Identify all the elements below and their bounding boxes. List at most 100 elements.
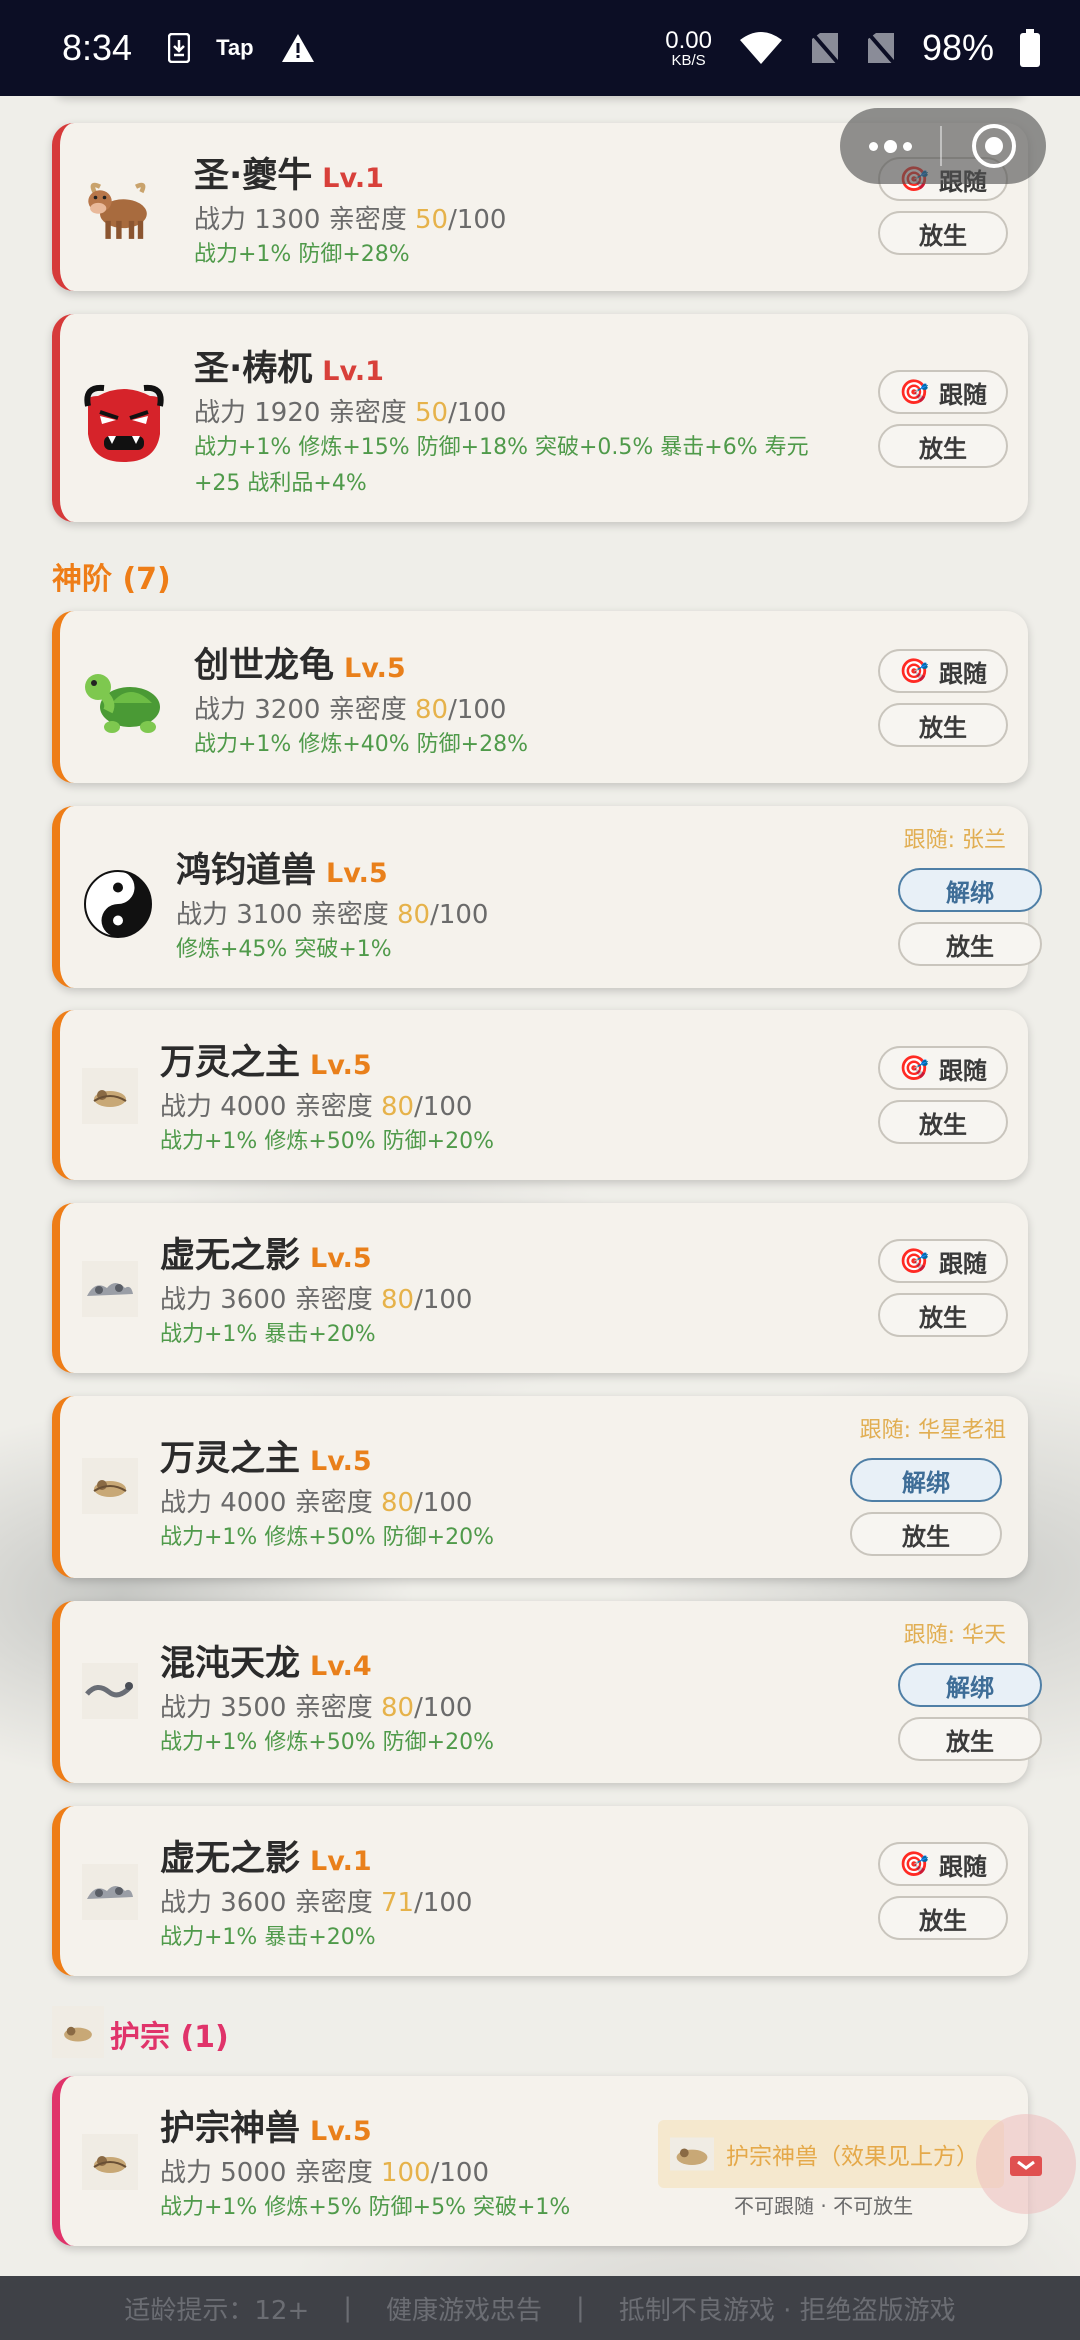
yin-yang-icon [82, 868, 154, 940]
shadow-thumbnail [82, 1261, 138, 1317]
guardian-section-icon [52, 2006, 104, 2058]
pet-card: 万灵之主 Lv.5 战力 4000 亲密度 80/100 战力+1% 修炼+50%… [52, 1010, 1028, 1180]
pet-level: Lv.4 [310, 1651, 372, 1682]
follow-button[interactable]: 🎯跟随 [878, 649, 1008, 693]
pet-level: Lv.5 [344, 653, 406, 684]
followed-by-label: 跟随: 华天 [903, 1623, 1006, 1648]
pet-bonus: 战力+1% 修炼+5% 防御+5% 突破+1% [160, 2195, 571, 2220]
pet-stats: 战力 1300 亲密度 50/100 [194, 205, 507, 235]
release-button[interactable]: 放生 [878, 1896, 1008, 1940]
section-title-divine: 神阶 (7) [52, 562, 171, 597]
release-button[interactable]: 放生 [850, 1512, 1002, 1556]
battery-percent: 98% [921, 27, 994, 68]
beast-thumbnail [670, 2137, 714, 2171]
target-icon: 🎯 [899, 1054, 929, 1082]
pet-card: 万灵之主 Lv.5 战力 4000 亲密度 80/100 战力+1% 修炼+50%… [52, 1396, 1028, 1578]
pet-list: 圣·夔牛 Lv.1 战力 1300 亲密度 50/100 战力+1% 防御+28%… [0, 96, 1080, 2276]
pet-name: 鸿钧道兽 [176, 851, 317, 891]
close-program-icon[interactable] [942, 123, 1046, 169]
wifi-icon [739, 32, 782, 64]
beast-thumbnail [82, 1458, 138, 1514]
no-sim-icon [810, 31, 840, 65]
pet-level: Lv.1 [322, 163, 384, 194]
pet-bonus: 战力+1% 修炼+15% 防御+18% 突破+0.5% 暴击+6% 寿元+25 … [194, 435, 809, 496]
follow-button[interactable]: 🎯跟随 [878, 1239, 1008, 1283]
release-button[interactable]: 放生 [878, 1100, 1008, 1144]
release-button[interactable]: 放生 [878, 211, 1008, 255]
ogre-icon [82, 382, 166, 466]
pet-name: 创世龙龟 [194, 646, 335, 686]
release-button[interactable]: 放生 [898, 1717, 1042, 1761]
pet-bonus: 战力+1% 修炼+40% 防御+28% [194, 732, 528, 757]
guardian-restriction: 不可跟随 · 不可放生 [734, 2194, 914, 2218]
floating-gift-icon[interactable] [976, 2114, 1076, 2214]
pet-level: Lv.1 [310, 1846, 372, 1877]
turtle-icon [82, 663, 166, 739]
warning-icon [281, 34, 314, 62]
pet-name: 圣·夔牛 [194, 156, 313, 196]
anti-piracy-slogan: 抵制不良游戏 · 拒绝盗版游戏 [618, 2295, 956, 2326]
pet-stats: 战力 5000 亲密度 100/100 [160, 2158, 489, 2188]
pet-name: 万灵之主 [160, 1043, 301, 1083]
release-button[interactable]: 放生 [878, 703, 1008, 747]
pet-name: 虚无之影 [160, 1236, 301, 1276]
follow-button[interactable]: 🎯跟随 [878, 1842, 1008, 1886]
pet-stats: 战力 1920 亲密度 50/100 [194, 398, 507, 428]
tap-label: Tap [216, 35, 254, 60]
release-button[interactable]: 放生 [878, 1293, 1008, 1337]
pet-bonus: 战力+1% 修炼+50% 防御+20% [160, 1129, 494, 1154]
pet-bonus: 战力+1% 防御+28% [194, 242, 410, 267]
download-icon [168, 33, 191, 63]
network-speed: 0.00 KB/S [665, 26, 712, 69]
pet-level: Lv.5 [310, 1050, 372, 1081]
follow-button[interactable]: 🎯跟随 [878, 1046, 1008, 1090]
pet-stats: 战力 4000 亲密度 80/100 [160, 1488, 473, 1518]
pet-level: Lv.5 [326, 858, 388, 889]
status-bar: 8:34 Tap 0.00 KB/S 98% [0, 0, 1080, 96]
pet-bonus: 战力+1% 暴击+20% [160, 1925, 376, 1950]
pet-stats: 战力 3600 亲密度 80/100 [160, 1285, 473, 1315]
pet-bonus: 战力+1% 暴击+20% [160, 1322, 376, 1347]
pet-level: Lv.5 [310, 2116, 372, 2147]
unbind-button[interactable]: 解绑 [898, 868, 1042, 912]
pet-bonus: 修炼+45% 突破+1% [176, 937, 392, 962]
pet-card: 混沌天龙 Lv.4 战力 3500 亲密度 80/100 战力+1% 修炼+50%… [52, 1601, 1042, 1783]
pet-name: 万灵之主 [160, 1439, 301, 1479]
dragon-thumbnail [82, 1663, 138, 1719]
unbind-button[interactable]: 解绑 [850, 1458, 1002, 1502]
target-icon: 🎯 [899, 1850, 929, 1878]
pet-stats: 战力 3600 亲密度 71/100 [160, 1888, 473, 1918]
target-icon: 🎯 [899, 378, 929, 406]
target-icon: 🎯 [899, 657, 929, 685]
pet-level: Lv.5 [310, 1446, 372, 1477]
followed-by-label: 跟随: 华星老祖 [859, 1418, 1006, 1443]
guardian-note: 护宗神兽（效果见上方） [658, 2120, 1004, 2188]
more-menu-icon[interactable] [840, 139, 940, 153]
battery-icon [1020, 29, 1040, 67]
pet-stats: 战力 3500 亲密度 80/100 [160, 1693, 473, 1723]
pet-stats: 战力 3200 亲密度 80/100 [194, 695, 507, 725]
target-icon: 🎯 [899, 1247, 929, 1275]
release-button[interactable]: 放生 [878, 424, 1008, 468]
pet-card: 护宗神兽 Lv.5 战力 5000 亲密度 100/100 战力+1% 修炼+5%… [52, 2076, 1076, 2246]
pet-card: 鸿钧道兽 Lv.5 战力 3100 亲密度 80/100 修炼+45% 突破+1%… [52, 806, 1042, 988]
pet-stats: 战力 3100 亲密度 80/100 [176, 900, 489, 930]
ox-icon [82, 175, 154, 247]
pet-name: 圣·梼杌 [194, 349, 313, 389]
pet-name: 护宗神兽 [160, 2109, 301, 2149]
shadow-thumbnail [82, 1864, 138, 1920]
pet-name: 混沌天龙 [160, 1644, 301, 1684]
follow-button[interactable]: 🎯跟随 [878, 370, 1008, 414]
section-title-guardian: 护宗 (1) [110, 2020, 229, 2055]
pet-stats: 战力 4000 亲密度 80/100 [160, 1092, 473, 1122]
health-advisory-footer: 适龄提示：12+ | 健康游戏忠告 | 抵制不良游戏 · 拒绝盗版游戏 [0, 2276, 1080, 2340]
pet-level: Lv.5 [310, 1243, 372, 1274]
pet-level: Lv.1 [322, 356, 384, 387]
status-time: 8:34 [62, 27, 133, 68]
no-sim-icon-2 [866, 31, 896, 65]
beast-thumbnail [82, 2134, 138, 2190]
pet-card: 圣·梼杌 Lv.1 战力 1920 亲密度 50/100 战力+1% 修炼+15%… [52, 314, 1028, 522]
unbind-button[interactable]: 解绑 [898, 1663, 1042, 1707]
beast-thumbnail [82, 1068, 138, 1124]
release-button[interactable]: 放生 [898, 922, 1042, 966]
